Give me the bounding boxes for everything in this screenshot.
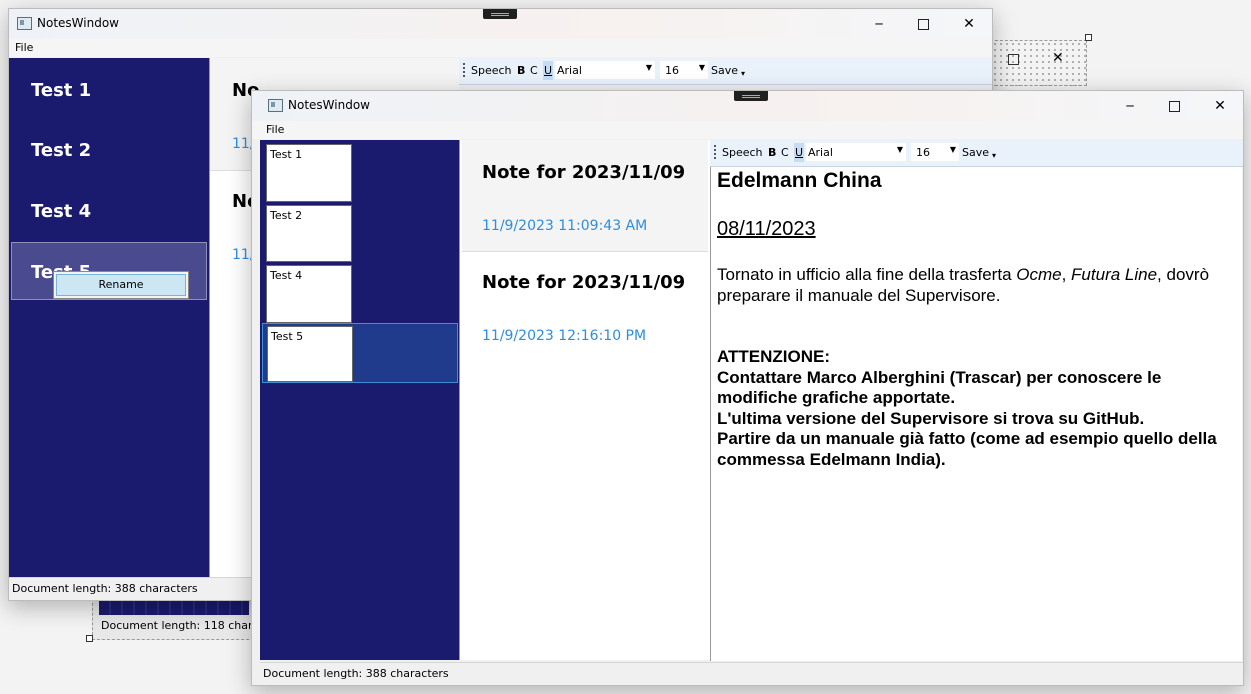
titlebar[interactable]: NotesWindow ─ ✕ <box>9 9 992 39</box>
thumbnail[interactable]: Test 4 <box>266 265 352 323</box>
note-title: Note for 2023/11/09 <box>482 162 686 183</box>
designer-maximize-icon <box>1008 54 1019 65</box>
menu-file[interactable]: File <box>15 41 33 54</box>
sidebar-item[interactable]: Test 2 <box>31 140 91 161</box>
overflow-icon[interactable]: ▾ <box>741 69 745 78</box>
drag-grip[interactable] <box>483 9 517 19</box>
bold-button[interactable]: B <box>768 146 776 159</box>
size-value: 16 <box>665 64 679 77</box>
size-combobox[interactable]: 16 ▼ <box>660 61 708 79</box>
note-item[interactable]: Note for 2023/11/09 11/9/2023 12:16:10 P… <box>462 252 708 362</box>
c-button[interactable]: C <box>781 146 789 159</box>
attention-line: Contattare Marco Alberghini (Trascar) pe… <box>717 367 1162 408</box>
chevron-down-icon: ▼ <box>698 63 705 72</box>
designer-grid <box>985 40 1087 86</box>
status-text: Document length: 388 characters <box>12 582 198 595</box>
minimize-button[interactable]: ─ <box>1107 91 1153 121</box>
thumbnail-selected-row[interactable]: Test 5 <box>262 323 458 383</box>
note-date: 11/9/2023 12:16:10 PM <box>482 328 647 344</box>
drag-grip[interactable] <box>734 91 768 101</box>
designer-handle[interactable] <box>86 635 93 642</box>
toolbar: Speech B C U Arial ▼ 16 ▼ Save ▾ <box>710 140 1243 167</box>
thumbnail[interactable]: Test 2 <box>266 205 352 262</box>
attention-line: Partire da un manuale già fatto (come ad… <box>717 429 1217 469</box>
thumbnail-label: Test 5 <box>271 330 304 343</box>
context-menu: Rename <box>53 271 189 299</box>
save-button[interactable]: Save <box>962 146 989 159</box>
chevron-down-icon: ▼ <box>645 63 652 72</box>
overflow-icon[interactable]: ▾ <box>992 151 996 160</box>
window-title: NotesWindow <box>37 16 119 30</box>
app-icon <box>17 17 32 30</box>
size-combobox[interactable]: 16 ▼ <box>911 143 959 161</box>
designer-close-icon: ✕ <box>1052 50 1064 66</box>
chevron-down-icon: ▼ <box>949 145 956 154</box>
toolbar: Speech B C U Arial ▼ 16 ▼ Save ▾ <box>459 58 992 85</box>
note-date: 11/9/2023 11:09:43 AM <box>482 218 648 234</box>
attention-line: ATTENZIONE: <box>717 347 831 366</box>
statusbar: Document length: 388 characters <box>260 662 1243 685</box>
close-button[interactable]: ✕ <box>946 9 992 39</box>
close-button[interactable]: ✕ <box>1197 91 1243 121</box>
note-title: Note for 2023/11/09 <box>482 272 686 293</box>
designer-status-strip: Document length: 118 chara <box>92 598 264 640</box>
menu-file[interactable]: File <box>266 123 284 136</box>
document-date: 08/11/2023 <box>717 218 816 240</box>
note-item-selected[interactable]: Note for 2023/11/09 11/9/2023 11:09:43 A… <box>462 140 708 252</box>
thumbnail: Test 5 <box>267 326 353 382</box>
toolbar-grip[interactable] <box>714 145 716 161</box>
notes-list: Note for 2023/11/09 11/9/2023 11:09:43 A… <box>459 140 711 660</box>
speech-button[interactable]: Speech <box>722 146 763 159</box>
font-value: Arial <box>557 64 582 77</box>
underline-button[interactable]: U <box>794 143 805 162</box>
font-combobox[interactable]: Arial ▼ <box>806 143 906 161</box>
font-combobox[interactable]: Arial ▼ <box>555 61 655 79</box>
titlebar[interactable]: NotesWindow ─ ✕ <box>252 91 1243 121</box>
app-icon <box>268 99 283 112</box>
window-title: NotesWindow <box>288 98 370 112</box>
attention-line: L'ultima versione del Supervisore si tro… <box>717 408 1145 428</box>
designer-handle[interactable] <box>1085 34 1092 41</box>
front-window: NotesWindow ─ ✕ File Test 1 Test 2 Test … <box>251 90 1244 686</box>
thumbnail-label: Test 4 <box>270 269 303 282</box>
size-value: 16 <box>916 146 930 159</box>
maximize-button[interactable] <box>900 9 946 39</box>
bold-button[interactable]: B <box>517 64 525 77</box>
underline-button[interactable]: U <box>543 61 554 80</box>
speech-button[interactable]: Speech <box>471 64 512 77</box>
thumbnail-sidebar: Test 1 Test 2 Test 4 Test 5 <box>260 140 459 660</box>
chevron-down-icon: ▼ <box>896 145 903 154</box>
status-text: Document length: 388 characters <box>263 667 449 680</box>
thumbnail[interactable]: Test 1 <box>266 144 352 202</box>
document-attention-block: ATTENZIONE: Contattare Marco Alberghini … <box>717 347 1227 470</box>
minimize-button[interactable]: ─ <box>856 9 902 39</box>
sidebar-item[interactable]: Test 4 <box>31 201 91 222</box>
document-editor[interactable]: Edelmann China 08/11/2023 Tornato in uff… <box>710 167 1242 661</box>
sidebar: Test 1 Test 2 Test 4 Test 5 Rename <box>9 58 209 577</box>
behind-status-text: Document length: 118 chara <box>101 619 260 632</box>
save-button[interactable]: Save <box>711 64 738 77</box>
rename-menu-item[interactable]: Rename <box>56 274 186 296</box>
maximize-icon <box>1168 100 1180 112</box>
thumbnail-label: Test 2 <box>270 209 303 222</box>
toolbar-grip[interactable] <box>463 63 465 79</box>
sidebar-item[interactable]: Test 1 <box>31 80 91 101</box>
font-value: Arial <box>808 146 833 159</box>
maximize-button[interactable] <box>1151 91 1197 121</box>
thumbnail-label: Test 1 <box>270 148 303 161</box>
c-button[interactable]: C <box>530 64 538 77</box>
maximize-icon <box>917 18 929 30</box>
document-heading: Edelmann China <box>717 169 882 192</box>
document-paragraph: Tornato in ufficio alla fine della trasf… <box>717 265 1210 305</box>
